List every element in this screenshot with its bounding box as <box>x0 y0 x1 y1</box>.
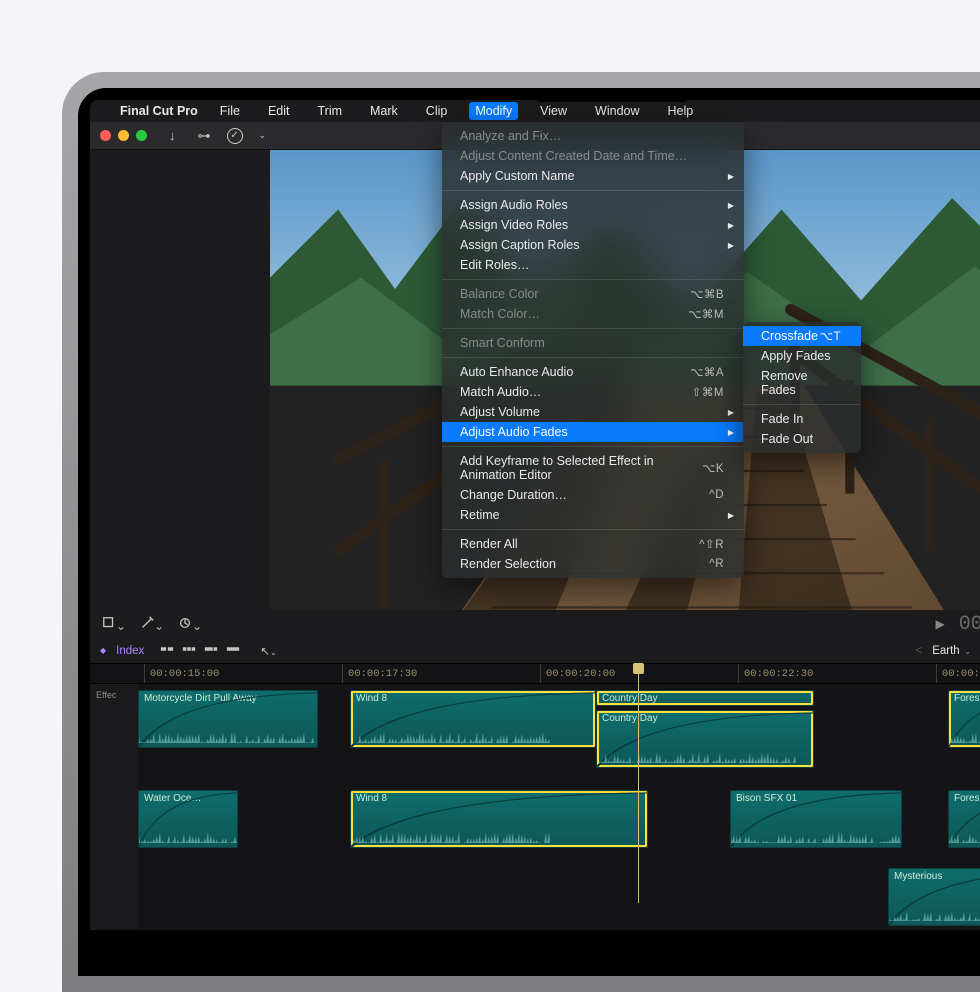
menu-edit[interactable]: Edit <box>262 102 296 120</box>
laptop-frame: Final Cut Pro File Edit Trim Mark Clip M… <box>62 72 980 992</box>
menu-separator <box>442 279 744 280</box>
traffic-lights <box>100 130 147 141</box>
clip[interactable]: Wind 8 <box>350 690 596 748</box>
clip[interactable]: Mysterious <box>888 868 980 926</box>
menu-item[interactable]: Auto Enhance Audio⌥⌘A <box>442 362 744 382</box>
connect-clip-icon[interactable] <box>160 642 174 659</box>
clip[interactable]: Motorcycle Dirt Pull Away <box>138 690 318 748</box>
dropdown-toggle[interactable]: ⌄ <box>253 130 273 141</box>
retime-tool[interactable]: ⌄ <box>178 616 202 633</box>
menu-item[interactable]: Render All^⇧R <box>442 534 744 554</box>
timeline-back[interactable]: < <box>915 645 922 657</box>
menu-help[interactable]: Help <box>662 102 700 120</box>
submenu-item[interactable]: Apply Fades <box>743 346 861 366</box>
menu-file[interactable]: File <box>214 102 246 120</box>
window-minimize[interactable] <box>118 130 129 141</box>
transport-bar: ⌄ ⌄ ⌄ ▶ 00:00:21:36 ▮▮ <box>90 610 980 638</box>
menu-item: Balance Color⌥⌘B <box>442 284 744 304</box>
menu-item[interactable]: Change Duration…^D <box>442 485 744 505</box>
modify-menu[interactable]: Analyze and Fix…Adjust Content Created D… <box>442 122 744 578</box>
app-name[interactable]: Final Cut Pro <box>120 104 198 118</box>
menu-separator <box>442 446 744 447</box>
lane-labels: Effec <box>90 684 138 930</box>
playhead[interactable] <box>638 664 639 903</box>
menu-item[interactable]: Assign Video Roles <box>442 215 744 235</box>
clip[interactable]: Country Day <box>596 710 814 768</box>
background-tasks-button[interactable]: ✓ <box>227 128 243 144</box>
menubar: Final Cut Pro File Edit Trim Mark Clip M… <box>90 100 980 122</box>
clip[interactable]: Wind 8 <box>350 790 648 848</box>
menu-separator <box>442 357 744 358</box>
enhance-tool[interactable]: ⌄ <box>140 616 164 633</box>
menu-item[interactable]: Assign Caption Roles <box>442 235 744 255</box>
menu-item: Adjust Content Created Date and Time… <box>442 146 744 166</box>
window-close[interactable] <box>100 130 111 141</box>
clip[interactable]: Water Oce… <box>138 790 238 848</box>
import-button[interactable]: ↓ <box>163 128 182 143</box>
ruler-mark: 00:00:15:00 <box>144 664 342 683</box>
append-clip-icon[interactable] <box>204 642 218 659</box>
menu-clip[interactable]: Clip <box>420 102 454 120</box>
menu-item: Match Color…⌥⌘M <box>442 304 744 324</box>
insert-clip-icon[interactable] <box>182 642 196 659</box>
project-name[interactable]: Earth⌄ <box>932 645 971 657</box>
menu-mark[interactable]: Mark <box>364 102 404 120</box>
timeline-tracks[interactable]: Effec Motorcycle Dirt Pull Away Water Oce… <box>90 684 980 930</box>
ruler-mark: 00:00:22:30 <box>738 664 936 683</box>
play-button[interactable]: ▶ <box>936 617 945 631</box>
menu-separator <box>442 529 744 530</box>
timeline-header: ◆ Index ↖︎⌄ < Earth⌄ 13:20 / 53:36 > <box>90 638 980 664</box>
menu-item: Analyze and Fix… <box>442 126 744 146</box>
audio-fades-submenu[interactable]: Crossfade⌥TApply FadesRemove Fades Fade I… <box>743 322 861 453</box>
submenu-item[interactable]: Remove Fades <box>743 366 861 400</box>
menu-separator <box>442 328 744 329</box>
menu-item[interactable]: Match Audio…⇧⌘M <box>442 382 744 402</box>
menu-modify[interactable]: Modify <box>469 102 518 120</box>
menu-item[interactable]: Apply Custom Name <box>442 166 744 186</box>
submenu-item[interactable]: Fade In <box>743 409 861 429</box>
ruler-mark: 00:00:17:30 <box>342 664 540 683</box>
menu-item[interactable]: Assign Audio Roles <box>442 195 744 215</box>
menu-separator <box>442 190 744 191</box>
submenu-item[interactable]: Fade Out <box>743 429 861 449</box>
menu-trim[interactable]: Trim <box>311 102 348 120</box>
menu-item: Smart Conform <box>442 333 744 353</box>
menu-item[interactable]: Add Keyframe to Selected Effect in Anima… <box>442 451 744 485</box>
timeline-ruler[interactable]: 00:00:15:00 00:00:17:30 00:00:20:00 00:0… <box>90 664 980 684</box>
clip[interactable]: Country Day <box>596 690 814 706</box>
menu-item[interactable]: Render Selection^R <box>442 554 744 574</box>
keyword-button[interactable]: ⊶ <box>192 128 217 144</box>
ruler-mark: 00:00:25:00 <box>936 664 980 683</box>
clip[interactable]: Bison SFX 01 <box>730 790 902 848</box>
notch <box>532 88 692 102</box>
menu-item[interactable]: Retime <box>442 505 744 525</box>
index-button[interactable]: Index <box>116 645 144 657</box>
window-fullscreen[interactable] <box>136 130 147 141</box>
menu-item[interactable]: Adjust Audio Fades <box>442 422 744 442</box>
menu-item[interactable]: Edit Roles… <box>442 255 744 275</box>
screen: Final Cut Pro File Edit Trim Mark Clip M… <box>78 88 980 976</box>
menu-item[interactable]: Adjust Volume <box>442 402 744 422</box>
media-browser[interactable] <box>90 150 270 610</box>
clip[interactable]: Forest 01 <box>948 790 980 848</box>
clip[interactable]: Forest 01 <box>948 690 980 748</box>
arrow-tool[interactable]: ↖︎⌄ <box>260 644 276 658</box>
overwrite-clip-icon[interactable] <box>226 642 240 659</box>
menu-separator <box>743 404 861 405</box>
crop-tool[interactable]: ⌄ <box>102 616 126 633</box>
viewer-timecode: 00:00:21:36 <box>959 613 980 636</box>
menu-view[interactable]: View <box>534 102 573 120</box>
submenu-item[interactable]: Crossfade⌥T <box>743 326 861 346</box>
menu-window[interactable]: Window <box>589 102 645 120</box>
